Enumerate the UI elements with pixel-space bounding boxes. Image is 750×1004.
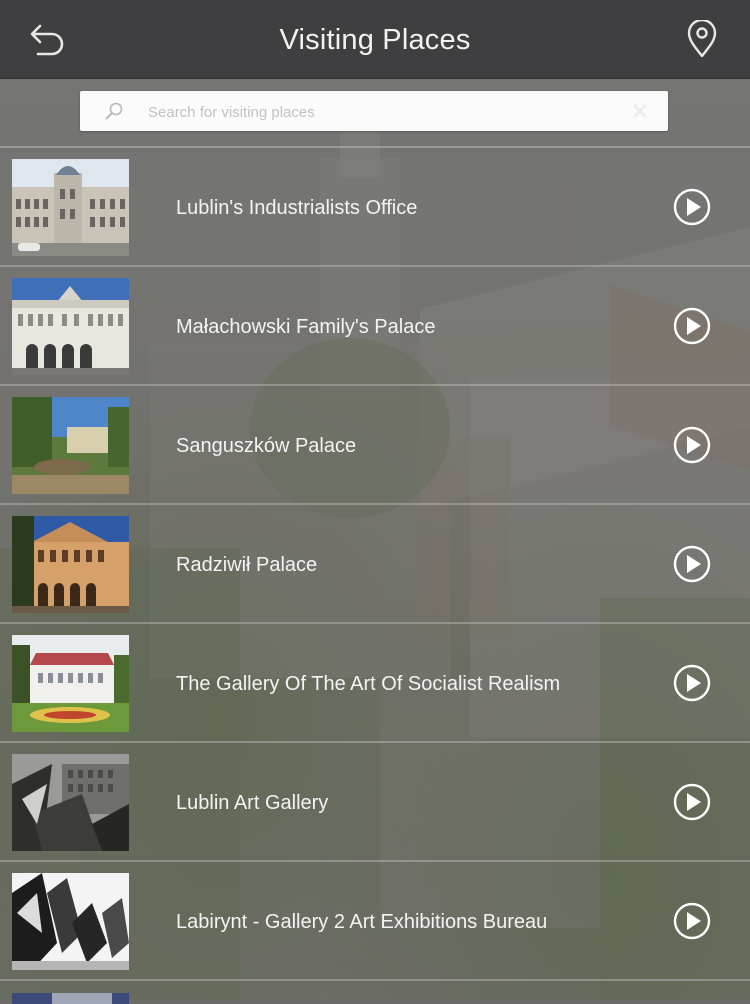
list-item[interactable]: Małachowski Family's Palace [0,267,750,386]
chevron-right-circle-icon[interactable] [673,664,711,702]
manor-with-flowerbed-photo [12,635,129,732]
place-name: Lublin's Industrialists Office [176,197,418,219]
bw-abstract-sculpture-photo [12,873,129,970]
list-item[interactable]: The Gallery Of The Art Of Socialist Real… [0,624,750,743]
search-input[interactable] [146,91,620,133]
chevron-right-circle-icon[interactable] [673,188,711,226]
list-item[interactable]: Sanguszków Palace [0,386,750,505]
page-title: Visiting Places [279,24,471,56]
chevron-right-circle-icon[interactable] [673,545,711,583]
place-name: Lublin Art Gallery [176,792,329,814]
place-name: Małachowski Family's Palace [176,316,436,338]
place-name: Sanguszków Palace [176,435,357,457]
map-pin-icon [687,18,717,58]
chevron-right-circle-icon[interactable] [673,307,711,345]
place-name: Radziwił Palace [176,554,318,576]
list-item[interactable]: Lublin's Industrialists Office [0,148,750,267]
place-name: Labirynt - Gallery 2 Art Exhibitions Bur… [176,911,548,933]
bw-sculpture-street-photo [12,754,129,851]
clear-icon[interactable] [632,103,648,119]
next-thumbnail-photo [12,992,129,1004]
search-bar [80,91,668,133]
search-icon [105,102,123,120]
places-list: Lublin's Industrialists Office Małachows… [0,148,750,1004]
map-button[interactable] [684,18,720,60]
place-name: The Gallery Of The Art Of Socialist Real… [176,673,561,695]
list-item[interactable]: Labirynt - Gallery 2 Art Exhibitions Bur… [0,862,750,981]
sunlit-palace-facade-photo [12,516,129,613]
list-item[interactable]: Lublin Art Gallery [0,743,750,862]
ornate-corner-building-photo [12,159,129,256]
chevron-right-circle-icon[interactable] [673,783,711,821]
park-fountain-palace-photo [12,397,129,494]
header-bar: Visiting Places [0,0,750,79]
list-item[interactable]: Radziwił Palace [0,505,750,624]
list-item[interactable] [0,981,750,1004]
chevron-right-circle-icon[interactable] [673,902,711,940]
chevron-right-circle-icon[interactable] [673,426,711,464]
white-palace-arcade-photo [12,278,129,375]
